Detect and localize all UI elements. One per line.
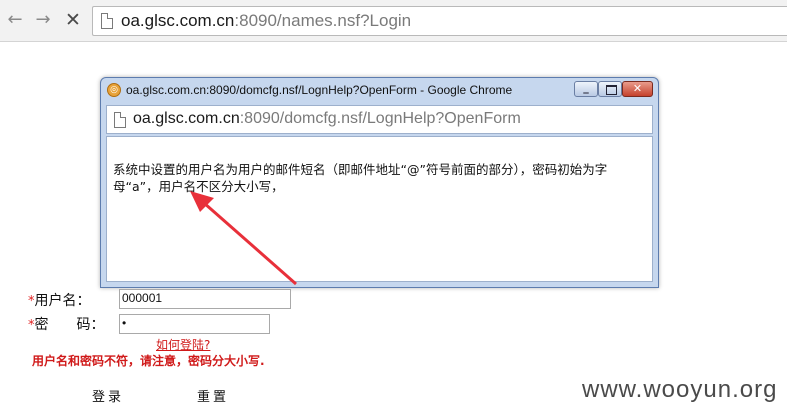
username-input[interactable]: 000001 [119, 289, 291, 309]
popup-titlebar[interactable]: ◎ oa.glsc.com.cn:8090/domcfg.nsf/LognHel… [101, 78, 658, 102]
maximize-button[interactable] [598, 81, 622, 97]
popup-url-host: oa.glsc.com.cn [133, 110, 240, 127]
back-button[interactable]: ← [4, 9, 26, 31]
page-icon [114, 112, 126, 128]
password-label-text: 密 码： [34, 317, 105, 333]
login-button[interactable]: 登录 [92, 386, 124, 405]
page-icon [101, 13, 113, 29]
watermark: www.wooyun.org [582, 376, 778, 403]
popup-address-bar: oa.glsc.com.cn:8090/domcfg.nsf/LognHelp?… [106, 105, 653, 134]
arrow-right-icon: → [35, 9, 51, 30]
username-label-text: 用户名： [34, 293, 91, 309]
reset-button[interactable]: 重置 [197, 386, 229, 405]
url-host: oa.glsc.com.cn [121, 11, 235, 30]
arrow-left-icon: ← [7, 9, 23, 30]
password-input[interactable]: • [119, 314, 270, 334]
forward-button[interactable]: → [32, 9, 54, 31]
popup-url-path: :8090/domcfg.nsf/LognHelp?OpenForm [239, 110, 521, 127]
error-message: 用户名和密码不符，请注意，密码分大小写. [32, 354, 265, 368]
help-text: 系统中设置的用户名为用户的邮件短名（即邮件地址“@”符号前面的部分），密码初始为… [113, 162, 608, 194]
login-help-link[interactable]: 如何登陆? [156, 336, 210, 353]
popup-title: oa.glsc.com.cn:8090/domcfg.nsf/LognHelp?… [126, 83, 513, 97]
minimize-icon: _ [583, 81, 589, 94]
minimize-button[interactable]: _ [574, 81, 598, 97]
favicon-icon: ◎ [107, 83, 121, 97]
password-label: *密 码： [28, 314, 105, 334]
help-popup-window: ◎ oa.glsc.com.cn:8090/domcfg.nsf/LognHel… [100, 77, 659, 288]
popup-content: 系统中设置的用户名为用户的邮件短名（即邮件地址“@”符号前面的部分），密码初始为… [106, 136, 653, 282]
url-text: oa.glsc.com.cn:8090/names.nsf?Login [121, 11, 411, 31]
stop-button[interactable]: ✕ [62, 9, 84, 31]
close-button[interactable]: ✕ [622, 81, 653, 97]
address-bar[interactable]: oa.glsc.com.cn:8090/names.nsf?Login [92, 6, 787, 36]
close-icon: ✕ [632, 82, 643, 95]
username-label: *用户名： [28, 290, 91, 310]
popup-url-text: oa.glsc.com.cn:8090/domcfg.nsf/LognHelp?… [133, 110, 521, 128]
close-icon: ✕ [65, 9, 81, 31]
url-path: :8090/names.nsf?Login [234, 11, 412, 30]
browser-toolbar: ← → ✕ oa.glsc.com.cn:8090/names.nsf?Logi… [0, 0, 787, 42]
